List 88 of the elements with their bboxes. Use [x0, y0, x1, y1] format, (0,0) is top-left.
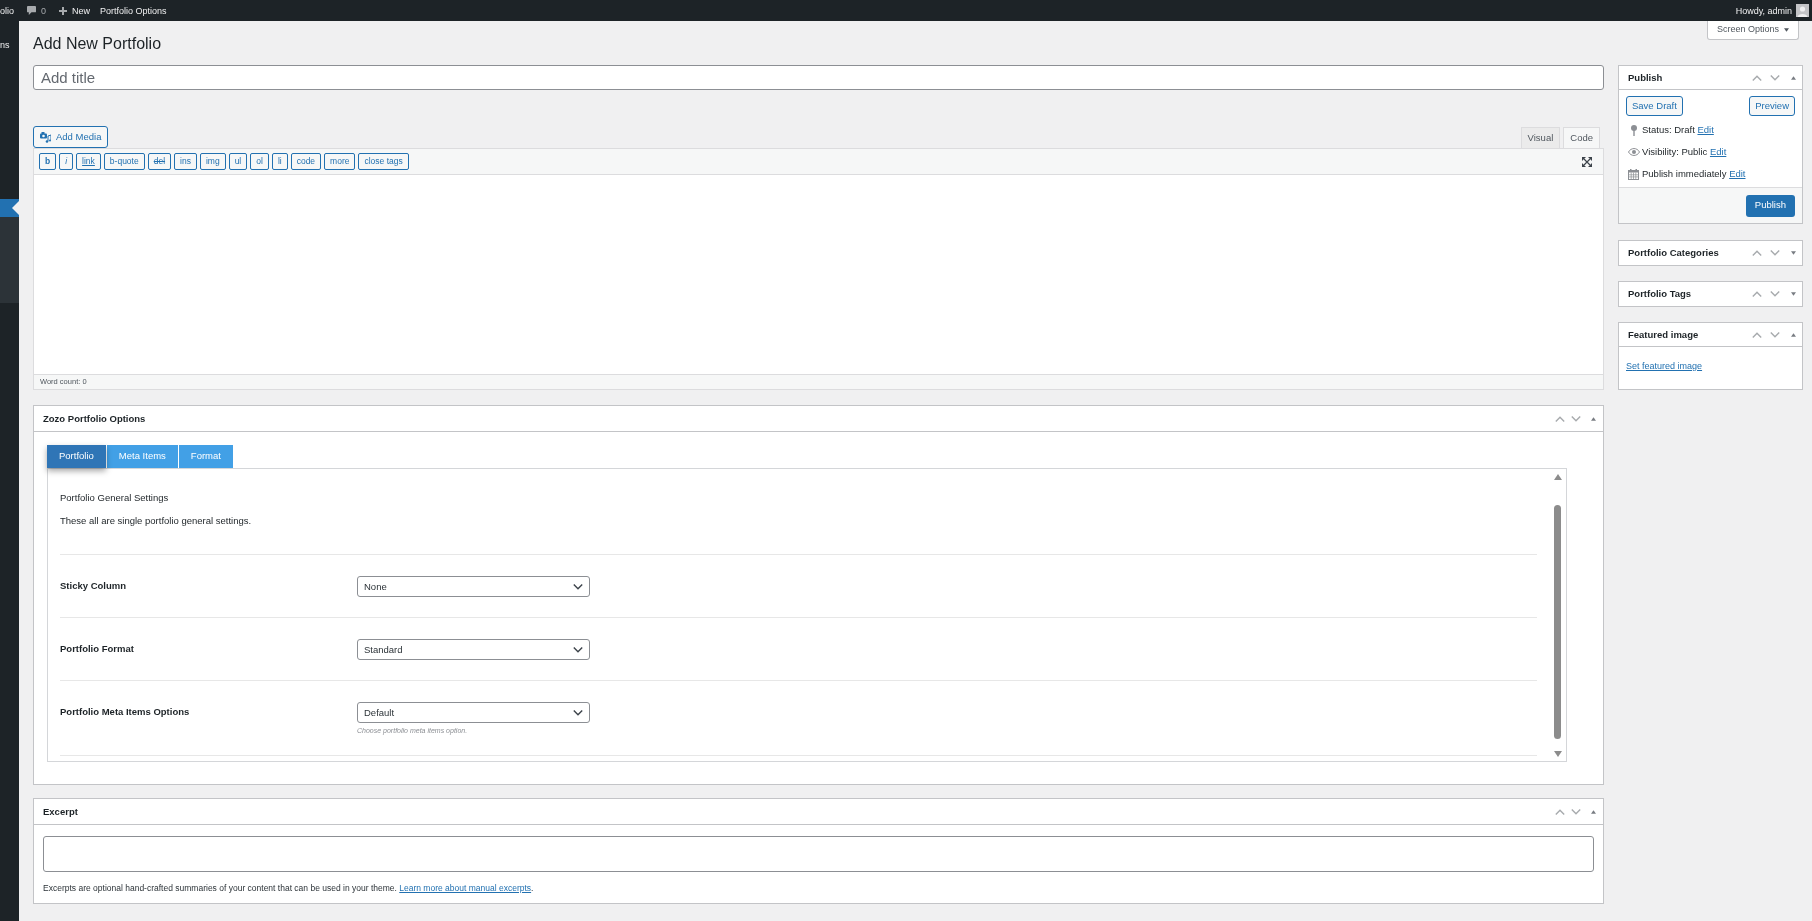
edit-link[interactable]: Edit	[1697, 124, 1714, 135]
chevron-up-icon[interactable]	[1752, 74, 1762, 81]
screen-options-button[interactable]: Screen Options	[1706, 21, 1799, 40]
site-name-link[interactable]: olio	[0, 4, 14, 17]
quicktag-button[interactable]: li	[271, 153, 288, 170]
save-draft-button[interactable]: Save Draft	[1626, 96, 1683, 116]
title-field[interactable]: Add title	[33, 65, 1604, 90]
scrollbar-thumb[interactable]	[1554, 505, 1561, 739]
chevron-down-icon	[573, 646, 583, 653]
caret-down-icon[interactable]	[1791, 292, 1796, 296]
caret-up-icon[interactable]	[1591, 416, 1596, 421]
quicktag-button[interactable]: b-quote	[103, 153, 145, 170]
avatar-icon[interactable]	[1796, 4, 1809, 17]
current-item-notch-icon	[12, 201, 19, 215]
options-tab[interactable]: Format	[178, 445, 233, 468]
excerpt-field[interactable]	[43, 836, 1594, 872]
dropdown-select[interactable]: None	[357, 576, 590, 597]
scroll-up-arrow-icon[interactable]	[1553, 474, 1562, 480]
chevron-down-icon	[573, 709, 583, 716]
chevron-up-icon[interactable]	[1752, 250, 1762, 256]
quicktag-button[interactable]: i	[59, 153, 74, 170]
chevron-down-icon[interactable]	[1770, 331, 1780, 338]
scroll-down-arrow-icon[interactable]	[1553, 751, 1562, 757]
publish-info-text: Status: Draft Edit	[1642, 124, 1714, 136]
quicktag-button[interactable]: more	[324, 153, 356, 170]
publish-button[interactable]: Publish	[1745, 194, 1795, 217]
sidebar-menu-item[interactable]: ns	[0, 36, 19, 54]
plus-icon[interactable]	[59, 6, 68, 15]
chevron-down-icon[interactable]	[1571, 415, 1581, 422]
add-media-button[interactable]: Add Media	[33, 126, 109, 148]
quicktag-button[interactable]: close tags	[358, 153, 409, 170]
chevron-down-icon[interactable]	[1770, 291, 1780, 297]
chevron-down-icon[interactable]	[1571, 808, 1581, 815]
publish-info-text: Visibility: Public Edit	[1642, 146, 1727, 158]
field-label: Sticky Column	[60, 580, 126, 592]
excerpt-help-text: Excerpts are optional hand-crafted summaries of your content that can be used in your theme. Learn more about manual excerpts.	[43, 883, 535, 894]
sidebar-menu-item[interactable]	[0, 199, 19, 217]
eye-icon	[1627, 148, 1640, 156]
chevron-up-icon[interactable]	[1555, 808, 1565, 815]
publish-info-text: Publish immediately Edit	[1642, 168, 1746, 180]
caret-up-icon[interactable]	[1791, 75, 1796, 80]
comment-count[interactable]: 0	[41, 4, 47, 17]
caret-down-icon[interactable]	[1791, 251, 1796, 255]
preview-button[interactable]: Preview	[1749, 96, 1795, 116]
quicktag-button[interactable]: code	[290, 153, 322, 170]
chevron-up-icon[interactable]	[1752, 291, 1762, 297]
edit-link[interactable]: Edit	[1709, 146, 1727, 157]
chevron-down-icon[interactable]	[1770, 74, 1780, 81]
options-tab[interactable]: Meta Items	[106, 445, 178, 468]
quicktag-button[interactable]: del	[147, 153, 172, 170]
field-label: Portfolio Format	[60, 643, 134, 655]
caret-up-icon[interactable]	[1791, 332, 1796, 337]
edit-link[interactable]: Edit	[1729, 168, 1746, 179]
quicktag-button[interactable]: ul	[228, 153, 248, 170]
calendar-icon	[1628, 168, 1639, 180]
speech-bubble-icon[interactable]	[27, 6, 36, 15]
quicktag-button[interactable]: ol	[250, 153, 269, 170]
section-description: These all are single portfolio general settings.	[60, 515, 253, 527]
section-title: Portfolio General Settings	[60, 492, 170, 504]
field-label: Portfolio Meta Items Options	[60, 706, 190, 718]
editor-mode-tab[interactable]: Code	[1563, 127, 1600, 149]
box-title: Publish	[1628, 71, 1664, 84]
quicktag-button[interactable]: link	[76, 153, 101, 170]
page-title: Add New Portfolio	[33, 34, 162, 54]
quicktag-button[interactable]: ins	[174, 153, 197, 170]
menu-link[interactable]: Portfolio Options	[100, 4, 167, 17]
box-title: Portfolio Categories	[1628, 247, 1720, 259]
new-link[interactable]: New	[72, 4, 91, 17]
chevron-up-icon[interactable]	[1555, 415, 1565, 422]
chevron-up-icon[interactable]	[1752, 331, 1762, 338]
greeting-link[interactable]: Howdy, admin	[1735, 4, 1792, 17]
chevron-down-icon	[573, 583, 583, 590]
camera-music-icon	[40, 131, 51, 143]
caret-up-icon[interactable]	[1591, 809, 1596, 814]
fullscreen-icon[interactable]	[1582, 156, 1592, 167]
box-title: Excerpt	[43, 805, 79, 818]
pin-icon	[1630, 124, 1637, 136]
chevron-down-icon[interactable]	[1770, 250, 1780, 256]
editor-mode-tab[interactable]: Visual	[1520, 127, 1561, 148]
box-title: Zozo Portfolio Options	[43, 412, 147, 425]
dropdown-select[interactable]: Standard	[357, 639, 590, 660]
quicktag-button[interactable]: img	[199, 153, 226, 170]
set-featured-image-link[interactable]: Set featured image	[1626, 361, 1703, 372]
dropdown-select[interactable]: Default	[357, 702, 590, 723]
box-title: Portfolio Tags	[1628, 288, 1693, 300]
options-tab[interactable]: Portfolio	[47, 445, 106, 468]
box-title: Featured image	[1628, 328, 1700, 341]
quicktag-button[interactable]: b	[39, 153, 57, 170]
